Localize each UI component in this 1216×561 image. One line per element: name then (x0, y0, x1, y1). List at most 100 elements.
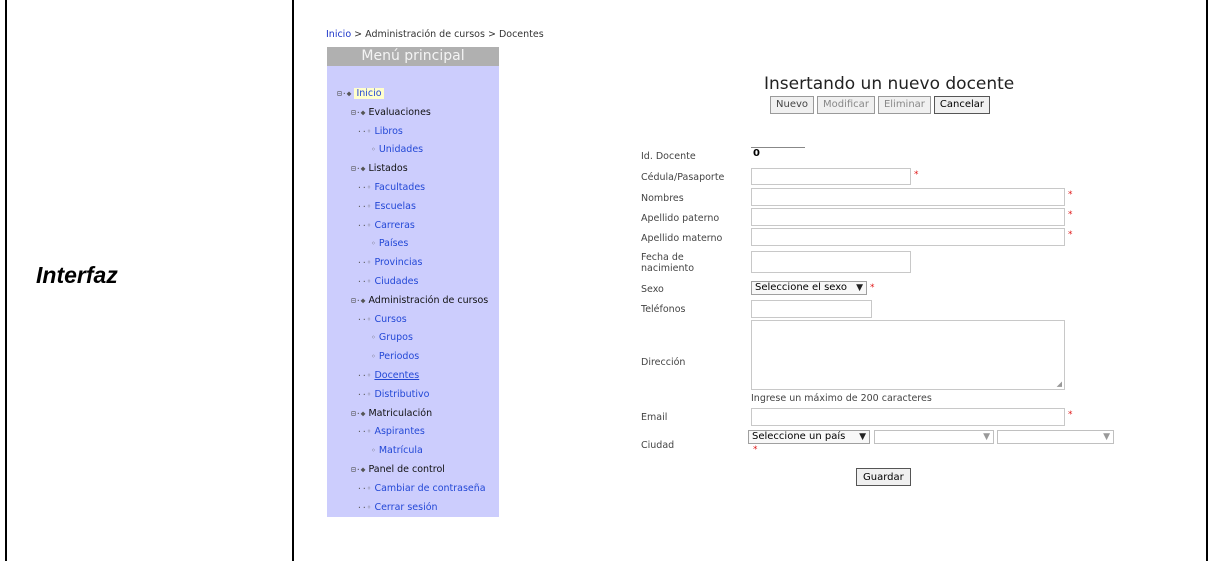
resize-grip-icon[interactable]: ◢ (1057, 380, 1062, 388)
menu-item[interactable]: ◦ Matrícula (371, 444, 423, 458)
tree-leaf-icon: ◦ (371, 239, 376, 249)
menu-item[interactable]: ··◦ Escuelas (357, 200, 416, 214)
apellido-materno-label: Apellido materno (641, 233, 723, 244)
menu-item[interactable]: ··◦ Cursos (357, 313, 407, 327)
menu-item[interactable]: ··◦ Cambiar de contraseña (357, 482, 486, 496)
main-menu: Menú principal ⊟·◆ Inicio ⊟·◆ Evaluaciones ·… (327, 47, 499, 517)
breadcrumb-separator: > (351, 29, 366, 40)
menu-item[interactable]: ··◦ Ciudades (357, 275, 418, 289)
ciudad-label: Ciudad (641, 440, 675, 451)
delete-button[interactable]: Eliminar (877, 96, 931, 114)
apellido-paterno-input[interactable] (751, 208, 1065, 226)
tree-expander-icon[interactable]: ⊟·◆ (351, 164, 365, 173)
nombres-label: Nombres (641, 193, 684, 204)
menu-item[interactable]: ··◦ Aspirantes (357, 425, 425, 439)
tree-expander-icon[interactable]: ⊟·◆ (351, 108, 365, 117)
document-table-frame (5, 0, 1208, 561)
direccion-hint: Ingrese un máximo de 200 caracteres (751, 393, 932, 404)
email-input[interactable] (751, 408, 1065, 426)
menu-item[interactable]: ⊟·◆ Listados (351, 162, 408, 176)
edit-button[interactable]: Modificar (817, 96, 875, 114)
menu-item-label: Ciudades (374, 276, 419, 287)
sexo-select[interactable]: Seleccione el sexo ▼ (751, 281, 867, 295)
menu-item-label: Países (378, 238, 409, 250)
menu-item-label: Escuelas (374, 200, 416, 212)
menu-item-label: Periodos (378, 351, 420, 363)
menu-item-label: Panel de control (368, 464, 445, 475)
ciudad-select[interactable]: ▼ (997, 430, 1114, 444)
fecha-label: Fecha de nacimiento (641, 252, 695, 274)
tree-leaf-icon: ··◦ (357, 427, 372, 437)
menu-item[interactable]: ··◦ Carreras (357, 219, 415, 233)
cedula-input[interactable] (751, 168, 911, 185)
menu-item-label: Grupos (378, 332, 413, 344)
id-field: 0 (751, 147, 805, 161)
menu-item[interactable]: ⊟·◆ Evaluaciones (351, 106, 431, 120)
menu-item-label: Facultades (374, 182, 426, 193)
breadcrumb-home-link[interactable]: Inicio (326, 29, 351, 40)
required-mark: * (1068, 190, 1073, 200)
required-mark: * (914, 170, 919, 180)
menu-item-label: Provincias (374, 257, 423, 269)
breadcrumb-section[interactable]: Administración de cursos (365, 29, 485, 40)
required-mark: * (1068, 230, 1073, 240)
chevron-down-icon: ▼ (859, 432, 866, 442)
telefonos-input[interactable] (751, 300, 872, 318)
menu-item[interactable]: ··◦ Cerrar sesión (357, 501, 438, 515)
menu-item[interactable]: ◦ Países (371, 237, 408, 251)
menu-item[interactable]: ⊟·◆ Administración de cursos (351, 294, 488, 308)
menu-item[interactable]: ⊟·◆ Inicio (337, 87, 384, 101)
tree-leaf-icon: ◦ (371, 446, 376, 456)
direccion-textarea[interactable]: ◢ (751, 320, 1065, 390)
tree-leaf-icon: ··◦ (357, 126, 372, 136)
row-label: Interfaz (36, 262, 118, 288)
tree-expander-icon[interactable]: ⊟·◆ (351, 465, 365, 474)
fecha-input[interactable] (751, 251, 911, 273)
tree-leaf-icon: ··◦ (357, 371, 372, 380)
menu-item[interactable]: ··◦ Distributivo (357, 388, 429, 402)
id-label: Id. Docente (641, 151, 696, 162)
tree-expander-icon[interactable]: ⊟·◆ (337, 89, 351, 98)
menu-item[interactable]: ··◦ Docentes (357, 369, 419, 383)
tree-leaf-icon: ◦ (371, 145, 376, 155)
pais-select[interactable]: Seleccione un país ▼ (748, 430, 870, 444)
nombres-input[interactable] (751, 188, 1065, 206)
menu-item[interactable]: ··◦ Libros (357, 125, 403, 139)
tree-leaf-icon: ··◦ (357, 502, 372, 512)
tree-leaf-icon: ··◦ (357, 220, 372, 230)
menu-item[interactable]: ◦ Unidades (371, 143, 423, 157)
cancel-button[interactable]: Cancelar (933, 96, 991, 114)
menu-item-label: Listados (368, 163, 408, 175)
breadcrumb: Inicio > Administración de cursos > Doce… (326, 29, 544, 40)
tree-leaf-icon: ··◦ (357, 314, 372, 324)
tree-leaf-icon: ◦ (371, 333, 376, 343)
required-mark: * (753, 445, 758, 455)
provincia-select[interactable]: ▼ (874, 430, 994, 444)
menu-item-label: Evaluaciones (368, 106, 431, 118)
menu-item-label: Cursos (374, 313, 407, 325)
sexo-select-value: Seleccione el sexo (755, 282, 848, 293)
apellido-materno-input[interactable] (751, 228, 1065, 246)
chevron-down-icon: ▼ (856, 283, 863, 293)
chevron-down-icon: ▼ (1103, 432, 1110, 442)
menu-item-label: Administración de cursos (368, 294, 489, 306)
form-toolbar: Nuevo Modificar Eliminar Cancelar (770, 96, 991, 114)
menu-item[interactable]: ⊟·◆ Matriculación (351, 407, 432, 421)
save-button[interactable]: Guardar (856, 468, 911, 486)
tree-expander-icon[interactable]: ⊟·◆ (351, 296, 365, 305)
menu-item[interactable]: ◦ Periodos (371, 350, 419, 364)
tree-expander-icon[interactable]: ⊟·◆ (351, 409, 365, 418)
breadcrumb-separator: > (484, 29, 499, 40)
menu-item[interactable]: ⊟·◆ Panel de control (351, 463, 445, 477)
sexo-label: Sexo (641, 284, 664, 295)
menu-item[interactable]: ··◦ Facultades (357, 181, 425, 195)
menu-item[interactable]: ··◦ Provincias (357, 256, 422, 270)
menu-item-label: Docentes (374, 370, 420, 381)
chevron-down-icon: ▼ (983, 432, 990, 442)
new-button[interactable]: Nuevo (770, 96, 815, 114)
menu-item-label: Matriculación (368, 407, 433, 419)
menu-item-label: Carreras (374, 219, 415, 231)
menu-item[interactable]: ◦ Grupos (371, 331, 413, 345)
tree-leaf-icon: ··◦ (357, 389, 372, 399)
apellido-paterno-label: Apellido paterno (641, 213, 720, 224)
